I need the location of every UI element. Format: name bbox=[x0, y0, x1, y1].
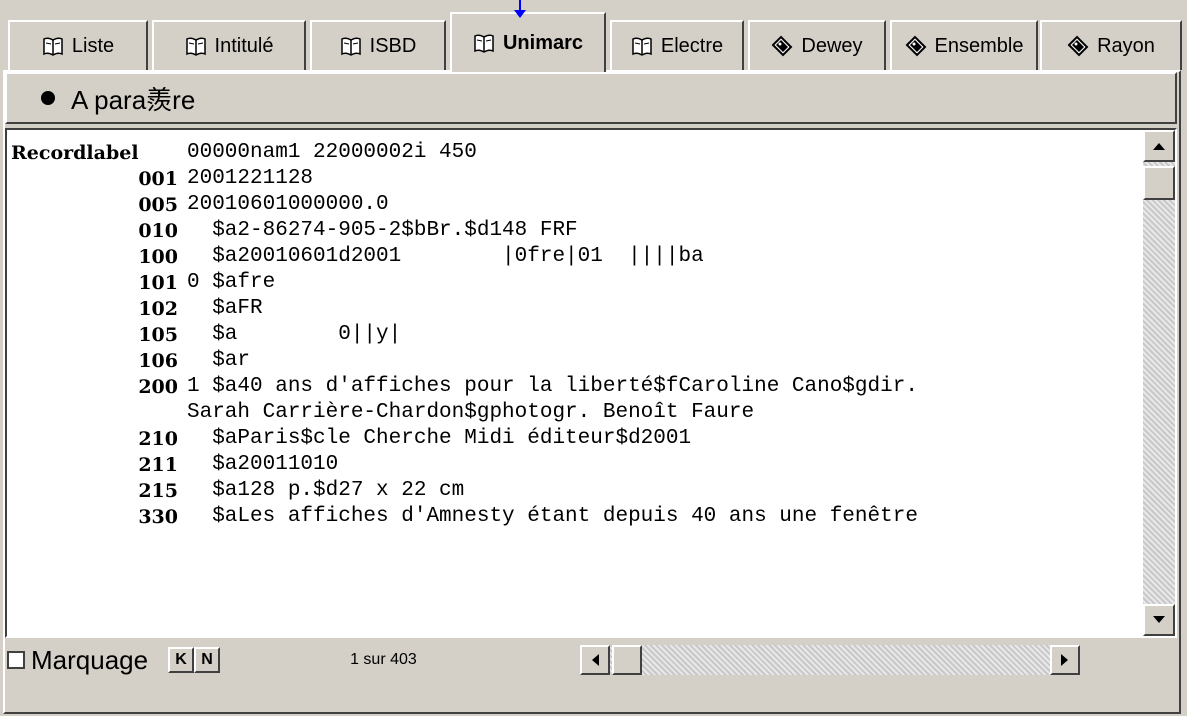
record-line: 102 $aFR bbox=[11, 296, 1139, 322]
horizontal-scrollbar[interactable] bbox=[580, 645, 1081, 675]
field-tag: 200 bbox=[138, 376, 178, 398]
field-value: $a128 p.$d27 x 22 cm bbox=[187, 479, 465, 502]
field-tag: 101 bbox=[138, 272, 178, 294]
scroll-left-button[interactable] bbox=[580, 645, 611, 675]
tab-rayon[interactable]: Rayon bbox=[1040, 20, 1182, 70]
tag-icon bbox=[1067, 35, 1089, 57]
scroll-right-button[interactable] bbox=[1050, 645, 1081, 675]
field-tag: 001 bbox=[138, 168, 178, 190]
field-tag: 005 bbox=[138, 194, 178, 216]
field-tag bbox=[11, 400, 187, 426]
record-line: 106 $ar bbox=[11, 348, 1139, 374]
tab-label: Unimarc bbox=[502, 31, 584, 54]
tab-label: Electre bbox=[660, 34, 724, 57]
field-value: $aLes affiches d'Amnesty étant depuis 40… bbox=[187, 505, 918, 528]
field-tag: 102 bbox=[138, 298, 178, 320]
tab-liste[interactable]: Liste bbox=[8, 20, 148, 70]
field-value: 20010601000000.0 bbox=[187, 193, 389, 216]
field-value: 2001221128 bbox=[187, 167, 314, 190]
tab-label: Ensemble bbox=[934, 34, 1024, 57]
tab-intitulé[interactable]: Intitulé bbox=[152, 20, 306, 70]
field-value: $a2-86274-905-2$bBr.$d148 FRF bbox=[187, 219, 578, 242]
vertical-scrollbar[interactable] bbox=[1143, 130, 1175, 636]
tag-icon bbox=[772, 35, 793, 57]
record-line: 215 $a128 p.$d27 x 22 cm bbox=[11, 478, 1139, 504]
record-line: 005 20010601000000.0 bbox=[11, 192, 1139, 218]
tab-label: Rayon bbox=[1097, 34, 1155, 57]
next-record-button[interactable]: N bbox=[194, 647, 221, 673]
record-line: 101 0 $afre bbox=[11, 270, 1139, 296]
field-value: $a20010601d2001 |0fre|01 ||||ba bbox=[187, 245, 704, 268]
marquage-checkbox[interactable] bbox=[7, 651, 25, 669]
field-value: $ar bbox=[187, 349, 251, 372]
record-line: 211 $a20011010 bbox=[11, 452, 1139, 478]
book-icon bbox=[474, 34, 494, 53]
field-value: Sarah Carrière-Chardon$gphotogr. Benoît … bbox=[187, 401, 755, 424]
arrow-right-icon bbox=[1061, 654, 1069, 666]
field-tag: 010 bbox=[138, 220, 178, 242]
record-line: 100 $a20010601d2001 |0fre|01 ||||ba bbox=[11, 244, 1139, 270]
bullet-icon bbox=[41, 91, 55, 105]
field-value: $a 0||y| bbox=[187, 323, 402, 346]
field-value: $a20011010 bbox=[187, 453, 339, 476]
record-counter: 1 sur 403 bbox=[350, 651, 417, 668]
horizontal-scroll-thumb[interactable] bbox=[612, 645, 643, 675]
field-value: 00000nam1 22000002i 450 bbox=[187, 141, 477, 164]
record-line: 200 1 $a40 ans d'affiches pour la liberté… bbox=[11, 374, 1139, 400]
field-value: 1 $a40 ans d'affiches pour la liberté$fC… bbox=[187, 375, 918, 398]
book-icon bbox=[185, 37, 206, 56]
field-tag: 106 bbox=[138, 350, 178, 372]
record-line: 001 2001221128 bbox=[11, 166, 1139, 192]
scroll-thumb[interactable] bbox=[1143, 166, 1175, 200]
book-icon bbox=[632, 37, 652, 56]
tag-icon bbox=[905, 35, 926, 57]
field-tag: 215 bbox=[138, 480, 178, 502]
field-tag: 330 bbox=[138, 506, 178, 528]
record-line: 210 $aParis$cle Cherche Midi éditeur$d20… bbox=[11, 426, 1139, 452]
field-tag: 210 bbox=[138, 428, 178, 450]
field-tag: 105 bbox=[138, 324, 178, 346]
field-value: $aParis$cle Cherche Midi éditeur$d2001 bbox=[187, 427, 692, 450]
section-title: A para羨re bbox=[71, 84, 196, 115]
tab-label: ISBD bbox=[369, 34, 417, 57]
tab-bar: Liste Intitulé ISBD Unimarc Electre Dewey Ense… bbox=[0, 0, 1187, 72]
record-line: 330 $aLes affiches d'Amnesty étant depui… bbox=[11, 504, 1139, 530]
scroll-down-button[interactable] bbox=[1143, 604, 1175, 636]
record-line: Recordlabel 00000nam1 22000002i 450 bbox=[11, 140, 1139, 166]
tab-dewey[interactable]: Dewey bbox=[748, 20, 886, 70]
field-tag: 211 bbox=[138, 454, 178, 476]
tab-label: Dewey bbox=[801, 34, 863, 57]
scroll-up-button[interactable] bbox=[1143, 130, 1175, 162]
tab-electre[interactable]: Electre bbox=[610, 20, 744, 70]
field-value: 0 $afre bbox=[187, 271, 276, 294]
record-panel: A para羨re Recordlabel 00000nam1 22000002i… bbox=[3, 70, 1181, 714]
tab-isbd[interactable]: ISBD bbox=[310, 20, 446, 70]
bottom-toolbar: Marquage K N 1 sur 403 bbox=[5, 640, 1177, 680]
field-tag: Recordlabel bbox=[11, 142, 139, 164]
arrow-down-small-icon bbox=[1153, 616, 1165, 623]
unimarc-record[interactable]: Recordlabel 00000nam1 22000002i 450 001 200… bbox=[5, 128, 1177, 638]
arrow-down-icon bbox=[514, 0, 526, 18]
record-line: Sarah Carrière-Chardon$gphotogr. Benoît … bbox=[11, 400, 1139, 426]
tab-ensemble[interactable]: Ensemble bbox=[890, 20, 1038, 70]
marquage-label: Marquage bbox=[31, 644, 149, 675]
arrow-left-icon bbox=[592, 654, 600, 666]
field-value: $aFR bbox=[187, 297, 263, 320]
section-header[interactable]: A para羨re bbox=[5, 72, 1177, 124]
tab-label: Intitulé bbox=[214, 34, 274, 57]
book-icon bbox=[43, 37, 63, 56]
tab-unimarc[interactable]: Unimarc bbox=[450, 12, 606, 72]
first-record-button[interactable]: K bbox=[168, 647, 195, 673]
book-icon bbox=[340, 37, 361, 56]
tab-label: Liste bbox=[71, 34, 115, 57]
arrow-up-icon bbox=[1153, 143, 1165, 150]
field-tag: 100 bbox=[138, 246, 178, 268]
record-line: 010 $a2-86274-905-2$bBr.$d148 FRF bbox=[11, 218, 1139, 244]
record-line: 105 $a 0||y| bbox=[11, 322, 1139, 348]
record-lines: Recordlabel 00000nam1 22000002i 450 001 200… bbox=[11, 140, 1139, 530]
